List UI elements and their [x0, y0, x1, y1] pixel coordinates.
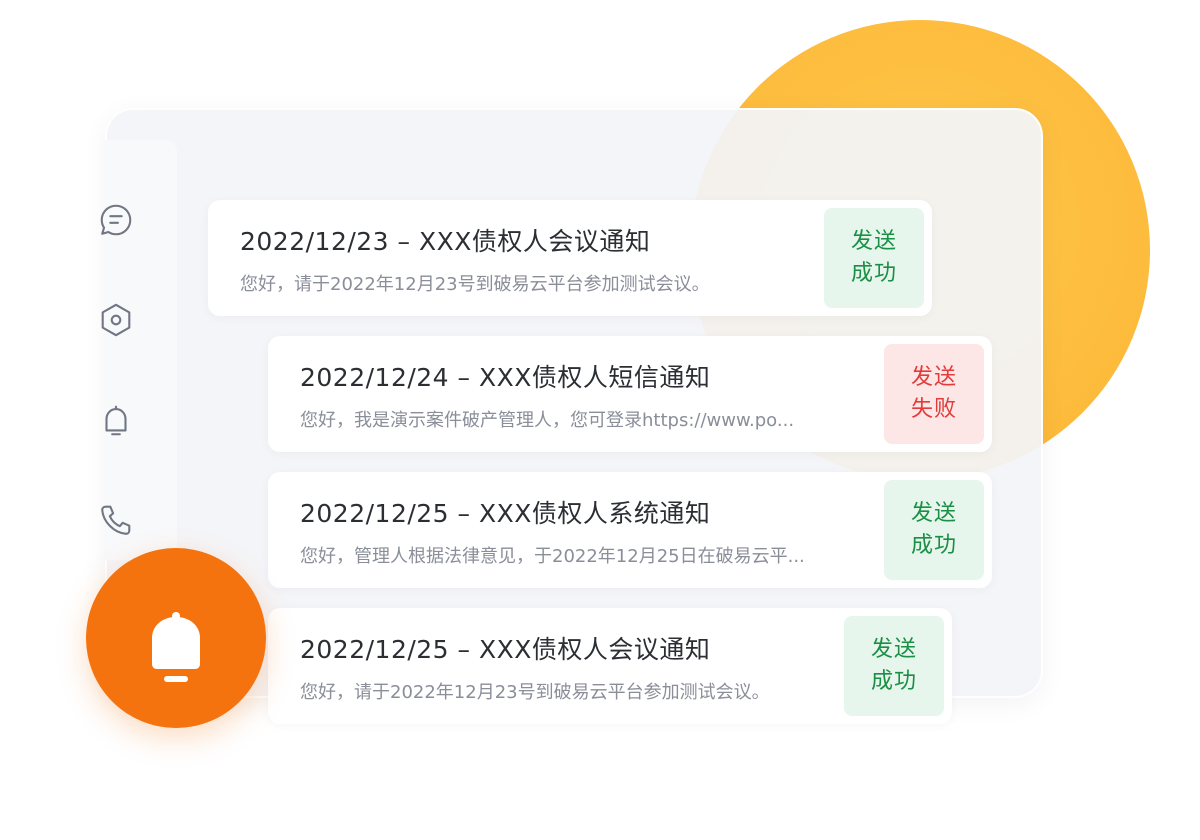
status-line-2: 失败: [910, 397, 957, 422]
status-badge: 发送 失败: [884, 344, 984, 444]
notification-title: 2022/12/24 – XXX债权人短信通知: [300, 363, 711, 392]
notification-card[interactable]: 2022/12/23 – XXX债权人会议通知 您好，请于2022年12月23号…: [208, 200, 932, 316]
status-line-2: 成功: [910, 533, 957, 558]
bell-icon: [152, 612, 200, 682]
message-icon[interactable]: [96, 200, 136, 240]
bell-icon[interactable]: [96, 400, 136, 440]
status-line-1: 发送: [850, 229, 897, 254]
notification-bell-badge[interactable]: [86, 548, 266, 728]
notification-body: 您好，我是演示案件破产管理人，您可登录https://www.po...: [300, 410, 795, 431]
notification-card[interactable]: 2022/12/24 – XXX债权人短信通知 您好，我是演示案件破产管理人，您…: [268, 336, 992, 452]
notification-card[interactable]: 2022/12/25 – XXX债权人会议通知 您好，请于2022年12月23号…: [268, 608, 952, 724]
status-badge: 发送 成功: [844, 616, 944, 716]
status-badge: 发送 成功: [824, 208, 924, 308]
notification-title: 2022/12/23 – XXX债权人会议通知: [240, 227, 651, 256]
notification-body: 您好，请于2022年12月23号到破易云平台参加测试会议。: [300, 682, 770, 703]
status-line-1: 发送: [870, 637, 917, 662]
status-line-1: 发送: [910, 365, 957, 390]
notification-card[interactable]: 2022/12/25 – XXX债权人系统通知 您好，管理人根据法律意见，于20…: [268, 472, 992, 588]
notification-title: 2022/12/25 – XXX债权人系统通知: [300, 499, 711, 528]
notification-body: 您好，请于2022年12月23号到破易云平台参加测试会议。: [240, 274, 710, 295]
notification-title: 2022/12/25 – XXX债权人会议通知: [300, 635, 711, 664]
notification-body: 您好，管理人根据法律意见，于2022年12月25日在破易云平...: [300, 546, 805, 567]
status-line-2: 成功: [850, 261, 897, 286]
settings-hexagon-icon[interactable]: [96, 300, 136, 340]
status-line-2: 成功: [870, 669, 917, 694]
status-badge: 发送 成功: [884, 480, 984, 580]
notification-illustration: 2022/12/23 – XXX债权人会议通知 您好，请于2022年12月23号…: [0, 0, 1200, 840]
phone-icon[interactable]: [96, 500, 136, 540]
status-line-1: 发送: [910, 501, 957, 526]
